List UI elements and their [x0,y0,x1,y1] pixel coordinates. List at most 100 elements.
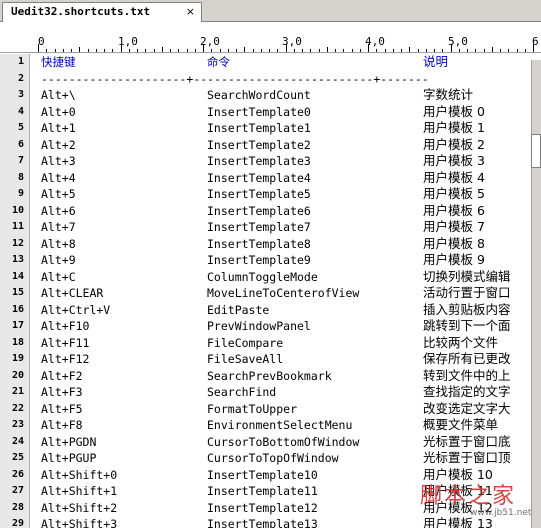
ruler-tick [95,49,97,52]
command-name: CursorToTopOfWindow [207,451,339,465]
ruler-tick [359,49,361,52]
shortcut-key: Alt+6 [41,203,76,218]
header-key: 快捷键 [41,55,76,69]
ruler-tick [211,49,213,52]
table-row: Alt+F5 FormatToUpper 改变选定文字大 [31,401,531,418]
command-description: 用户模板 4 [423,169,485,185]
line-number: 25 [11,452,24,463]
file-tab[interactable]: Uedit32.shortcuts.txt × [2,2,202,22]
ruler-tick [153,49,155,52]
line-number: 3 [17,89,24,100]
ruler-tick [227,49,229,52]
ruler-tick [178,49,180,52]
ruler-tick [335,49,336,52]
line-number: 8 [17,171,24,183]
command-name: InsertTemplate12 [207,500,318,515]
command-name: InsertTemplate11 [207,484,318,498]
command-name: FormatToUpper [207,401,298,416]
ruler-tick [244,47,246,52]
command-name: PrevWindowPanel [207,319,311,333]
line-number: 5 [17,122,24,133]
shortcut-key: Alt+PGUP [41,451,97,465]
ruler-tick [491,47,493,52]
command-description: 用户模板 8 [423,235,485,251]
ruler-tick [500,49,501,52]
line-number: 26 [11,468,24,480]
ruler-tick [376,49,378,52]
shortcut-key: Alt+C [41,269,76,284]
ruler-tick [351,49,353,52]
ruler-tick [87,49,89,52]
shortcut-key: Alt+Shift+2 [41,500,118,515]
shortcut-key: Alt+4 [41,170,76,185]
command-name: InsertTemplate2 [207,137,311,152]
close-icon[interactable]: × [186,3,195,21]
vertical-scrollbar[interactable] [531,60,541,528]
shortcut-key: Alt+Shift+3 [41,517,118,528]
command-description: 保存所有已更改 [423,351,511,366]
table-row: Alt+F8 EnvironmentSelectMenu 概要文件菜单 [31,417,531,434]
line-number: 6 [17,138,24,150]
ruler-tick [409,47,411,52]
line-number: 2 [17,72,24,84]
ruler-tick [310,49,312,52]
ruler-tick [368,44,369,52]
line-number: 21 [11,386,24,397]
command-name: InsertTemplate10 [207,467,318,482]
ruler-tick [442,49,444,52]
shortcut-key: Alt+PGDN [41,434,97,449]
editor-text-area[interactable]: 快捷键 命令 说明 ---------------------+--------… [31,54,531,528]
scrollbar-thumb[interactable] [531,134,541,168]
command-description: 用户模板 2 [423,136,485,152]
header-row: 快捷键 命令 说明 [31,54,531,71]
shortcut-key: Alt+Shift+1 [41,484,118,498]
ruler-tick [508,49,510,52]
command-name: EditPaste [207,302,270,317]
ruler-tick [458,49,460,52]
line-number: 29 [11,518,24,528]
command-name: InsertTemplate6 [207,203,311,218]
ruler-tick [475,49,477,52]
table-row: Alt+PGUP CursorToTopOfWindow 光标置于窗口顶 [31,450,531,467]
ruler-tick [54,49,56,52]
shortcut-key: Alt+0 [41,104,76,119]
line-number: 12 [11,237,24,249]
table-row: Alt+6 InsertTemplate6 用户模板 6 [31,203,531,220]
command-description: 用户模板 1 [423,120,485,135]
ruler-tick [170,49,171,52]
ruler-tick [516,49,518,52]
line-number: 20 [11,369,24,381]
line-number: 18 [11,336,24,348]
command-name: InsertTemplate1 [207,121,311,135]
line-number: 27 [11,485,24,496]
ruler-tick [112,49,114,52]
column-ruler: 0 1,0 2,0 3,0 4,0 5,0 6 [0,33,541,53]
line-number: 13 [11,254,24,265]
line-number: 15 [11,287,24,298]
line-number: 19 [11,353,24,364]
shortcut-key: Alt+2 [41,137,76,152]
command-description: 用户模板 7 [423,219,485,234]
command-description: 用户模板 6 [423,202,485,218]
ruler-tick [137,49,138,52]
shortcut-key: Alt+3 [41,154,76,168]
separator-row: ---------------------+------------------… [31,71,531,88]
ruler-tick [467,49,468,52]
ruler-tick [38,44,39,52]
line-number-gutter: 1 2 3 4 5 6 7 8 9 10 11 12 13 14 15 16 17 18 19 20 21 22 23 24 2… [0,54,30,528]
shortcut-key: Alt+F2 [41,368,83,383]
command-description: 用户模板 5 [423,186,485,201]
shortcut-key: Alt+1 [41,121,76,135]
ruler-tick [186,49,188,52]
table-row: Alt+\ SearchWordCount 字数统计 [31,87,531,104]
watermark-url: www.jb51.net [470,508,532,518]
shortcut-key: Alt+5 [41,187,76,201]
command-name: InsertTemplate8 [207,236,311,251]
command-name: SearchFind [207,385,277,399]
command-description: 插入剪贴板内容 [423,301,511,317]
separator-text: ---------------------+------------------… [41,71,429,86]
command-name: InsertTemplate0 [207,104,311,119]
command-description: 转到文件中的上 [423,367,511,383]
ruler-tick [483,49,485,52]
ruler-tick [46,49,48,52]
